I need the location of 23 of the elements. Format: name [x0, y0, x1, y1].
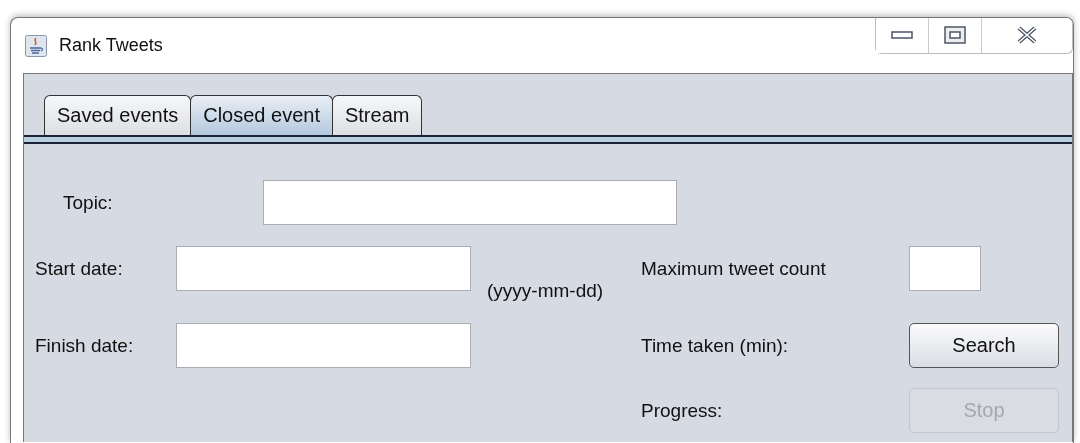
- close-icon: [1016, 26, 1038, 44]
- field-label: Finish date:: [35, 334, 135, 357]
- minimize-button[interactable]: [876, 18, 929, 53]
- start-date-field[interactable]: [176, 246, 471, 291]
- finish-date-field[interactable]: [176, 323, 471, 368]
- maximize-button[interactable]: [929, 18, 982, 53]
- field-label: Progress:: [641, 399, 724, 422]
- field-label: Maximum tweet count: [641, 257, 827, 280]
- minimize-icon: [891, 30, 913, 40]
- window-title: Rank Tweets: [59, 35, 163, 56]
- date-format-hint: (yyyy-mm-dd): [487, 280, 604, 302]
- field-label: Topic:: [62, 191, 114, 214]
- tab[interactable]: Saved events: [44, 95, 192, 135]
- close-button[interactable]: [982, 18, 1072, 53]
- restore-icon: [944, 26, 966, 44]
- tab[interactable]: Closed event: [190, 95, 333, 135]
- tweet-count-field[interactable]: [909, 246, 981, 291]
- field-label: Start date:: [35, 257, 124, 280]
- tab[interactable]: Stream: [331, 95, 423, 135]
- app-icon: [25, 34, 47, 57]
- topic-field[interactable]: [263, 180, 677, 225]
- field-label: Time taken (min):: [641, 334, 790, 357]
- search-button[interactable]: Search: [909, 323, 1059, 368]
